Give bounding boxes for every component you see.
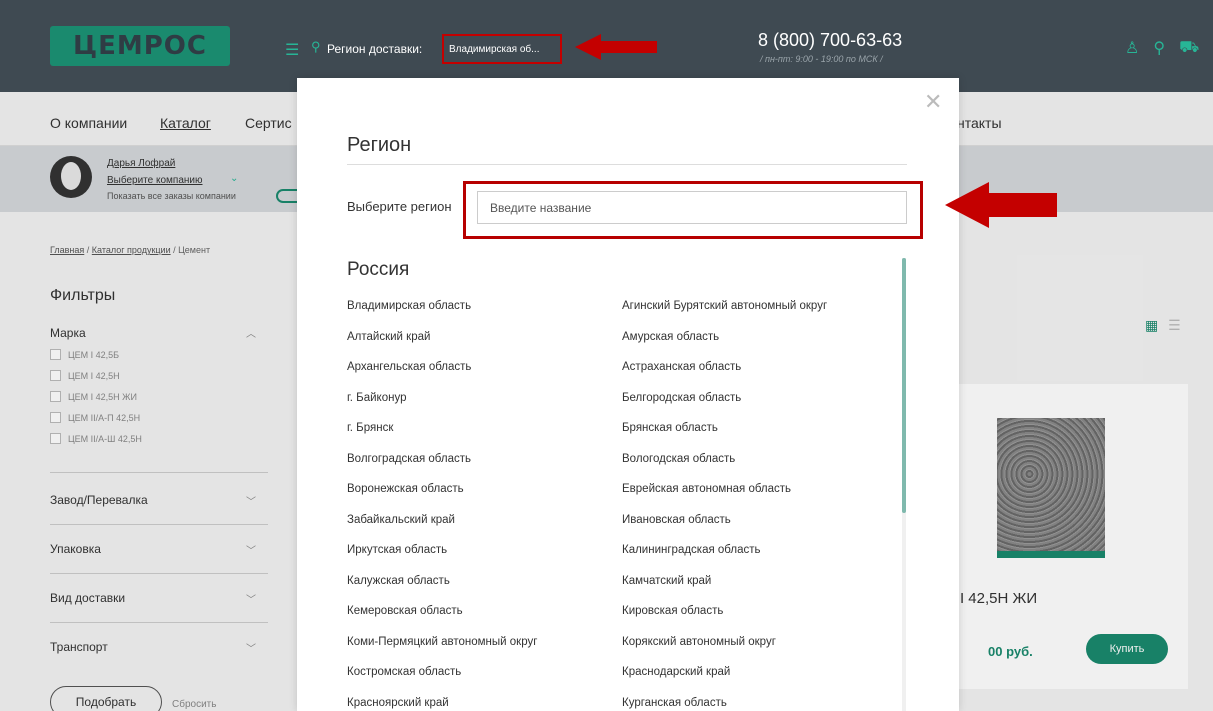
logo[interactable]: ЦЕМРОС <box>50 26 230 66</box>
country-heading: Россия <box>347 259 410 280</box>
annotation-arrow-icon <box>945 182 1057 228</box>
region-item[interactable]: Архангельская область <box>347 361 622 392</box>
header-actions: ♙ ⚲ ⛟ <box>1125 38 1199 58</box>
region-item[interactable]: г. Байконур <box>347 392 622 423</box>
modal-title: Регион <box>347 134 412 156</box>
select-region-label: Выберите регион <box>347 199 452 214</box>
close-icon[interactable]: ✕ <box>924 89 942 115</box>
region-item[interactable]: Красноярский край <box>347 697 622 711</box>
scrollbar-thumb[interactable] <box>902 258 906 513</box>
search-icon[interactable]: ⚲ <box>1153 38 1165 58</box>
region-item[interactable]: Калужская область <box>347 575 622 606</box>
region-item[interactable]: г. Брянск <box>347 422 622 453</box>
region-item[interactable]: Агинский Бурятский автономный округ <box>622 300 887 331</box>
region-item[interactable]: Кемеровская область <box>347 605 622 636</box>
delivery-region-selector[interactable]: Владимирская об... <box>442 34 562 64</box>
working-hours: / пн-пт: 9:00 - 19:00 по МСК / <box>760 54 883 64</box>
region-item[interactable]: Волгоградская область <box>347 453 622 484</box>
phone-number[interactable]: 8 (800) 700-63-63 <box>758 30 902 51</box>
region-search-input[interactable] <box>477 191 907 224</box>
delivery-region-label: Регион доставки: <box>327 42 423 56</box>
region-item[interactable]: Амурская область <box>622 331 887 362</box>
region-item[interactable]: Камчатский край <box>622 575 887 606</box>
region-item[interactable]: Астраханская область <box>622 361 887 392</box>
region-item[interactable]: Коми-Пермяцкий автономный округ <box>347 636 622 667</box>
logo-text: ЦЕМРОС <box>73 31 207 61</box>
region-item[interactable]: Вологодская область <box>622 453 887 484</box>
region-item[interactable]: Кировская область <box>622 605 887 636</box>
region-item[interactable]: Корякский автономный округ <box>622 636 887 667</box>
user-icon[interactable]: ♙ <box>1125 38 1139 58</box>
region-item[interactable]: Краснодарский край <box>622 666 887 697</box>
menu-icon[interactable]: ☰ <box>285 40 299 60</box>
cart-icon[interactable]: ⛟ <box>1179 38 1199 58</box>
region-item[interactable]: Брянская область <box>622 422 887 453</box>
region-item[interactable]: Костромская область <box>347 666 622 697</box>
region-item[interactable]: Белгородская область <box>622 392 887 423</box>
annotation-arrow-icon <box>575 34 657 60</box>
region-item[interactable]: Алтайский край <box>347 331 622 362</box>
delivery-region-value: Владимирская об... <box>449 43 540 55</box>
divider <box>347 164 907 165</box>
region-modal: ✕ Регион Выберите регион Россия Владимир… <box>297 78 959 711</box>
region-list: Владимирская область Агинский Бурятский а… <box>347 300 887 711</box>
region-item[interactable]: Калининградская область <box>622 544 887 575</box>
location-pin-icon: ⚲ <box>311 39 321 54</box>
region-item[interactable]: Иркутская область <box>347 544 622 575</box>
region-item[interactable]: Забайкальский край <box>347 514 622 545</box>
region-item[interactable]: Ивановская область <box>622 514 887 545</box>
region-item[interactable]: Воронежская область <box>347 483 622 514</box>
region-item[interactable]: Владимирская область <box>347 300 622 331</box>
region-item[interactable]: Еврейская автономная область <box>622 483 887 514</box>
region-item[interactable]: Курганская область <box>622 697 887 711</box>
